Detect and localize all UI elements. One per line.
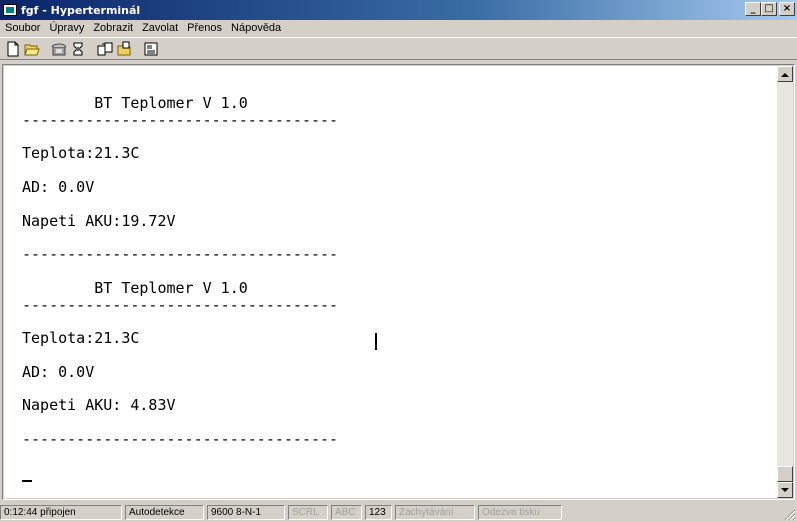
status-num-lock: 123 <box>365 504 392 520</box>
maximize-button[interactable]: □ <box>761 2 777 16</box>
menu-bar: Soubor Úpravy Zobrazit Zavolat Přenos Ná… <box>0 20 797 36</box>
vertical-scrollbar[interactable] <box>777 66 793 498</box>
new-document-icon <box>7 41 19 56</box>
open-button[interactable] <box>23 40 41 58</box>
status-capture: Zachytávání <box>395 504 475 520</box>
status-port-settings: 9600 8-N-1 <box>207 504 285 520</box>
status-scroll-lock: SCRL <box>288 504 328 520</box>
menu-soubor[interactable]: Soubor <box>0 22 44 34</box>
text-caret <box>375 333 377 350</box>
menu-zobrazit[interactable]: Zobrazit <box>88 22 137 34</box>
new-connection-button[interactable] <box>4 40 22 58</box>
status-print-echo: Odezva tisku <box>478 504 562 520</box>
terminal-frame: BT Teplomer V 1.0 ----------------------… <box>2 64 795 500</box>
hyperterminal-app-icon[interactable] <box>3 4 17 16</box>
status-bar: 0:12:44 připojen Autodetekce 9600 8-N-1 … <box>0 502 797 522</box>
resize-grip-icon[interactable] <box>784 509 796 521</box>
send-file-icon <box>97 42 113 55</box>
toolbar <box>0 37 797 60</box>
phone-icon <box>51 43 67 55</box>
menu-napoveda[interactable]: Nápověda <box>226 22 285 34</box>
close-button[interactable]: × <box>779 2 795 16</box>
title-bar[interactable]: fgf - Hyperterminál _ □ × <box>0 0 797 20</box>
window-title: fgf - Hyperterminál <box>21 3 141 17</box>
call-button[interactable] <box>50 40 68 58</box>
menu-prenos[interactable]: Přenos <box>182 22 226 34</box>
properties-button[interactable] <box>142 40 160 58</box>
menu-zavolat[interactable]: Zavolat <box>137 22 182 34</box>
receive-file-icon <box>117 41 131 55</box>
properties-icon <box>144 42 158 55</box>
disconnect-button[interactable] <box>69 40 87 58</box>
scroll-up-button[interactable] <box>777 66 793 82</box>
open-folder-icon <box>24 44 40 55</box>
terminal-output: BT Teplomer V 1.0 ----------------------… <box>22 94 339 448</box>
send-file-button[interactable] <box>96 40 114 58</box>
status-caps-lock: ABC <box>331 504 362 520</box>
scroll-thumb[interactable] <box>777 466 793 482</box>
scroll-down-button[interactable] <box>777 482 793 498</box>
terminal-screen[interactable]: BT Teplomer V 1.0 ----------------------… <box>4 66 778 498</box>
arrow-up-icon <box>781 72 789 77</box>
minimize-button[interactable]: _ <box>745 2 761 16</box>
receive-file-button[interactable] <box>115 40 133 58</box>
terminal-cursor <box>22 480 32 482</box>
status-connection-time: 0:12:44 připojen <box>0 504 122 520</box>
arrow-down-icon <box>781 487 789 492</box>
window-controls: _ □ × <box>745 2 795 16</box>
disconnect-icon <box>73 42 83 55</box>
menu-upravy[interactable]: Úpravy <box>44 22 88 34</box>
status-autodetect: Autodetekce <box>125 504 204 520</box>
